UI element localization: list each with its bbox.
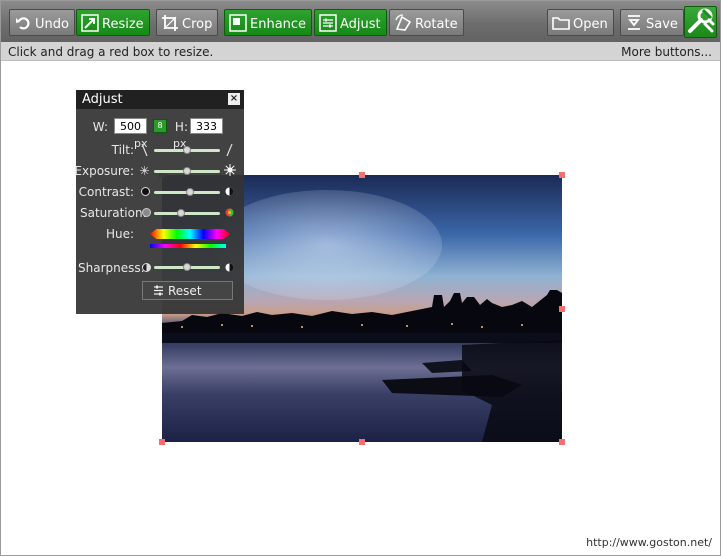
- adjust-button[interactable]: Adjust: [314, 9, 387, 36]
- tilt-label: Tilt:: [111, 143, 134, 157]
- watermark: http://www.goston.net/: [586, 536, 712, 549]
- sharpness-slider-knob[interactable]: [183, 263, 191, 271]
- resize-handle-bottom-right[interactable]: [559, 439, 565, 445]
- crop-button[interactable]: Crop: [156, 9, 219, 36]
- save-button[interactable]: Save: [620, 9, 684, 36]
- save-label: Save: [646, 16, 678, 32]
- height-input[interactable]: 333: [190, 118, 223, 134]
- resize-handle-bottom-left[interactable]: [159, 439, 165, 445]
- sun-small-icon: [140, 166, 149, 175]
- contrast-label: Contrast:: [78, 185, 134, 199]
- resize-handle-top-right[interactable]: [559, 172, 565, 178]
- saturation-high-icon: [225, 208, 234, 217]
- enhance-icon: [229, 13, 247, 32]
- status-bar: Click and drag a red box to resize. More…: [1, 42, 720, 61]
- reset-icon: [154, 285, 163, 296]
- sharpness-high-icon: [225, 263, 234, 272]
- wrench-icon: [687, 6, 715, 38]
- tools-button[interactable]: [684, 6, 717, 38]
- tilt-left-icon: [141, 144, 148, 156]
- more-buttons-link[interactable]: More buttons...: [621, 45, 712, 59]
- saturation-slider-knob[interactable]: [177, 209, 186, 217]
- sun-large-icon: [224, 164, 236, 176]
- save-icon: [625, 14, 643, 32]
- width-label: W:: [92, 120, 108, 134]
- contrast-high-icon: [225, 187, 234, 196]
- rotate-icon: [394, 13, 412, 32]
- undo-button[interactable]: Undo: [9, 9, 75, 36]
- hue-label: Hue:: [105, 227, 134, 241]
- saturation-slider[interactable]: [154, 209, 220, 217]
- contrast-slider-knob[interactable]: [185, 188, 194, 196]
- exposure-label: Exposure:: [74, 164, 134, 178]
- open-label: Open: [573, 16, 608, 32]
- hue-preview-bar: [150, 244, 226, 248]
- reset-button[interactable]: Reset: [142, 281, 233, 300]
- resize-handle-bottom[interactable]: [359, 439, 365, 445]
- saturation-low-icon: [142, 208, 151, 217]
- enhance-label: Enhance: [250, 16, 307, 32]
- resize-handle-top[interactable]: [359, 172, 365, 178]
- folder-icon: [552, 14, 570, 32]
- sharpness-slider[interactable]: [154, 263, 220, 271]
- resize-handle-right[interactable]: [559, 306, 565, 312]
- saturation-label: Saturation:: [80, 206, 147, 220]
- adjust-icon: [319, 13, 337, 32]
- hue-slider[interactable]: [150, 229, 230, 239]
- close-icon[interactable]: ×: [228, 93, 240, 105]
- tilt-slider[interactable]: [154, 146, 220, 154]
- adjust-label: Adjust: [340, 16, 381, 32]
- toolbar: Undo Resize Crop Enhance Adjust Rotate O…: [1, 1, 720, 42]
- adjust-panel: Adjust × W: 500 8 H: 333 px px Tilt: Exp…: [74, 90, 244, 314]
- tilt-right-icon: [226, 144, 233, 156]
- crop-label: Crop: [182, 16, 213, 32]
- exposure-slider-knob[interactable]: [183, 167, 191, 175]
- height-label: H:: [174, 120, 188, 134]
- reset-label: Reset: [168, 283, 202, 298]
- status-hint: Click and drag a red box to resize.: [8, 45, 214, 59]
- contrast-slider[interactable]: [154, 188, 220, 196]
- open-button[interactable]: Open: [547, 9, 614, 36]
- crop-icon: [161, 14, 179, 32]
- resize-button[interactable]: Resize: [76, 9, 150, 36]
- undo-icon: [14, 14, 32, 32]
- undo-label: Undo: [35, 16, 69, 32]
- exposure-slider[interactable]: [154, 167, 220, 175]
- rotate-button[interactable]: Rotate: [389, 9, 464, 36]
- sharpness-label: Sharpness:: [78, 261, 145, 275]
- adjust-panel-title: Adjust: [82, 92, 123, 107]
- resize-label: Resize: [102, 16, 144, 32]
- tilt-slider-knob[interactable]: [183, 146, 191, 154]
- resize-icon: [81, 13, 99, 32]
- sharpness-low-icon: [142, 263, 151, 272]
- rotate-label: Rotate: [415, 16, 458, 32]
- enhance-button[interactable]: Enhance: [224, 9, 313, 36]
- contrast-low-icon: [141, 187, 150, 196]
